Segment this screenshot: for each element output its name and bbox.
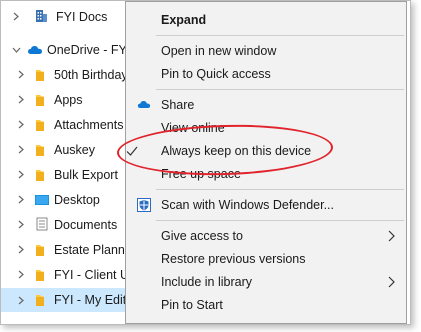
chevron-right-icon[interactable] [16, 120, 26, 130]
chevron-right-icon[interactable] [16, 170, 26, 180]
menu-item-open-new-window[interactable]: Open in new window [126, 40, 406, 62]
checkmark-icon [126, 146, 138, 156]
menu-separator [156, 220, 404, 221]
explorer-window: FYI Docs OneDrive - FY 50th Birthday App… [0, 0, 411, 325]
chevron-right-icon [388, 276, 395, 288]
desktop-folder-icon [35, 195, 49, 205]
tree-item-label: FYI - Client U [54, 267, 130, 282]
chevron-right-icon[interactable] [16, 95, 26, 105]
menu-item-free-up-space[interactable]: Free up space [126, 163, 406, 185]
menu-item-label: Free up space [161, 167, 241, 181]
navigation-pane: FYI Docs OneDrive - FY 50th Birthday App… [1, 1, 161, 324]
menu-item-label: Expand [161, 13, 207, 27]
menu-item-label: Open in new window [161, 44, 277, 58]
menu-item-label: View online [161, 121, 225, 135]
menu-item-label: Pin to Start [161, 298, 223, 312]
onedrive-cloud-icon [137, 101, 151, 108]
tree-item-label: Documents [54, 217, 118, 232]
folder-icon [36, 145, 44, 156]
folder-icon [36, 70, 44, 81]
folder-icon [36, 120, 44, 131]
tree-item-label: Bulk Export [54, 167, 118, 182]
tree-item-label: Estate Plannin [54, 242, 135, 257]
menu-item-view-online[interactable]: View online [126, 117, 406, 139]
folder-icon [36, 95, 44, 106]
menu-item-scan-defender[interactable]: Scan with Windows Defender... [126, 194, 406, 216]
documents-folder-icon [36, 217, 48, 231]
menu-item-restore-versions[interactable]: Restore previous versions [126, 248, 406, 270]
chevron-right-icon[interactable] [16, 270, 26, 280]
menu-item-include-library[interactable]: Include in library [126, 271, 406, 293]
menu-separator [156, 35, 404, 36]
chevron-right-icon[interactable] [11, 12, 21, 22]
folder-icon [36, 295, 44, 306]
tree-item-label: Attachments [54, 117, 124, 132]
menu-item-give-access[interactable]: Give access to [126, 225, 406, 247]
menu-item-label: Always keep on this device [161, 144, 312, 158]
chevron-right-icon[interactable] [16, 220, 26, 230]
chevron-down-icon[interactable] [11, 45, 21, 55]
tree-item-label: FYI Docs [56, 9, 108, 24]
menu-separator [156, 189, 404, 190]
chevron-right-icon[interactable] [16, 245, 26, 255]
menu-separator [156, 89, 404, 90]
tree-item-label: OneDrive - FY [47, 42, 127, 57]
chevron-right-icon [388, 230, 395, 242]
menu-item-label: Pin to Quick access [161, 67, 271, 81]
menu-item-pin-quick-access[interactable]: Pin to Quick access [126, 63, 406, 85]
building-icon [36, 10, 47, 22]
menu-item-label: Include in library [161, 275, 253, 289]
menu-item-pin-start[interactable]: Pin to Start [126, 294, 406, 316]
chevron-right-icon[interactable] [16, 195, 26, 205]
menu-item-label: Share [161, 98, 195, 112]
menu-item-label: Scan with Windows Defender... [161, 198, 334, 212]
onedrive-cloud-icon [28, 46, 42, 54]
menu-item-label: Restore previous versions [161, 252, 306, 266]
chevron-right-icon[interactable] [16, 145, 26, 155]
folder-icon [36, 270, 44, 281]
chevron-right-icon[interactable] [16, 70, 26, 80]
tree-item-label: 50th Birthday [54, 67, 128, 82]
menu-item-label: Give access to [161, 229, 243, 243]
tree-item-label: Desktop [54, 192, 100, 207]
context-menu: Expand Open in new window Pin to Quick a… [125, 1, 407, 324]
tree-item-label: Apps [54, 92, 83, 107]
tree-item-label: FYI - My Edit [54, 293, 127, 307]
windows-defender-icon [137, 198, 151, 212]
menu-item-share[interactable]: Share [126, 94, 406, 116]
folder-icon [36, 170, 44, 181]
menu-item-always-keep[interactable]: Always keep on this device [126, 140, 406, 162]
tree-item-label: Auskey [54, 142, 95, 157]
menu-item-expand[interactable]: Expand [126, 9, 406, 31]
chevron-right-icon[interactable] [16, 295, 26, 305]
folder-icon [36, 245, 44, 256]
